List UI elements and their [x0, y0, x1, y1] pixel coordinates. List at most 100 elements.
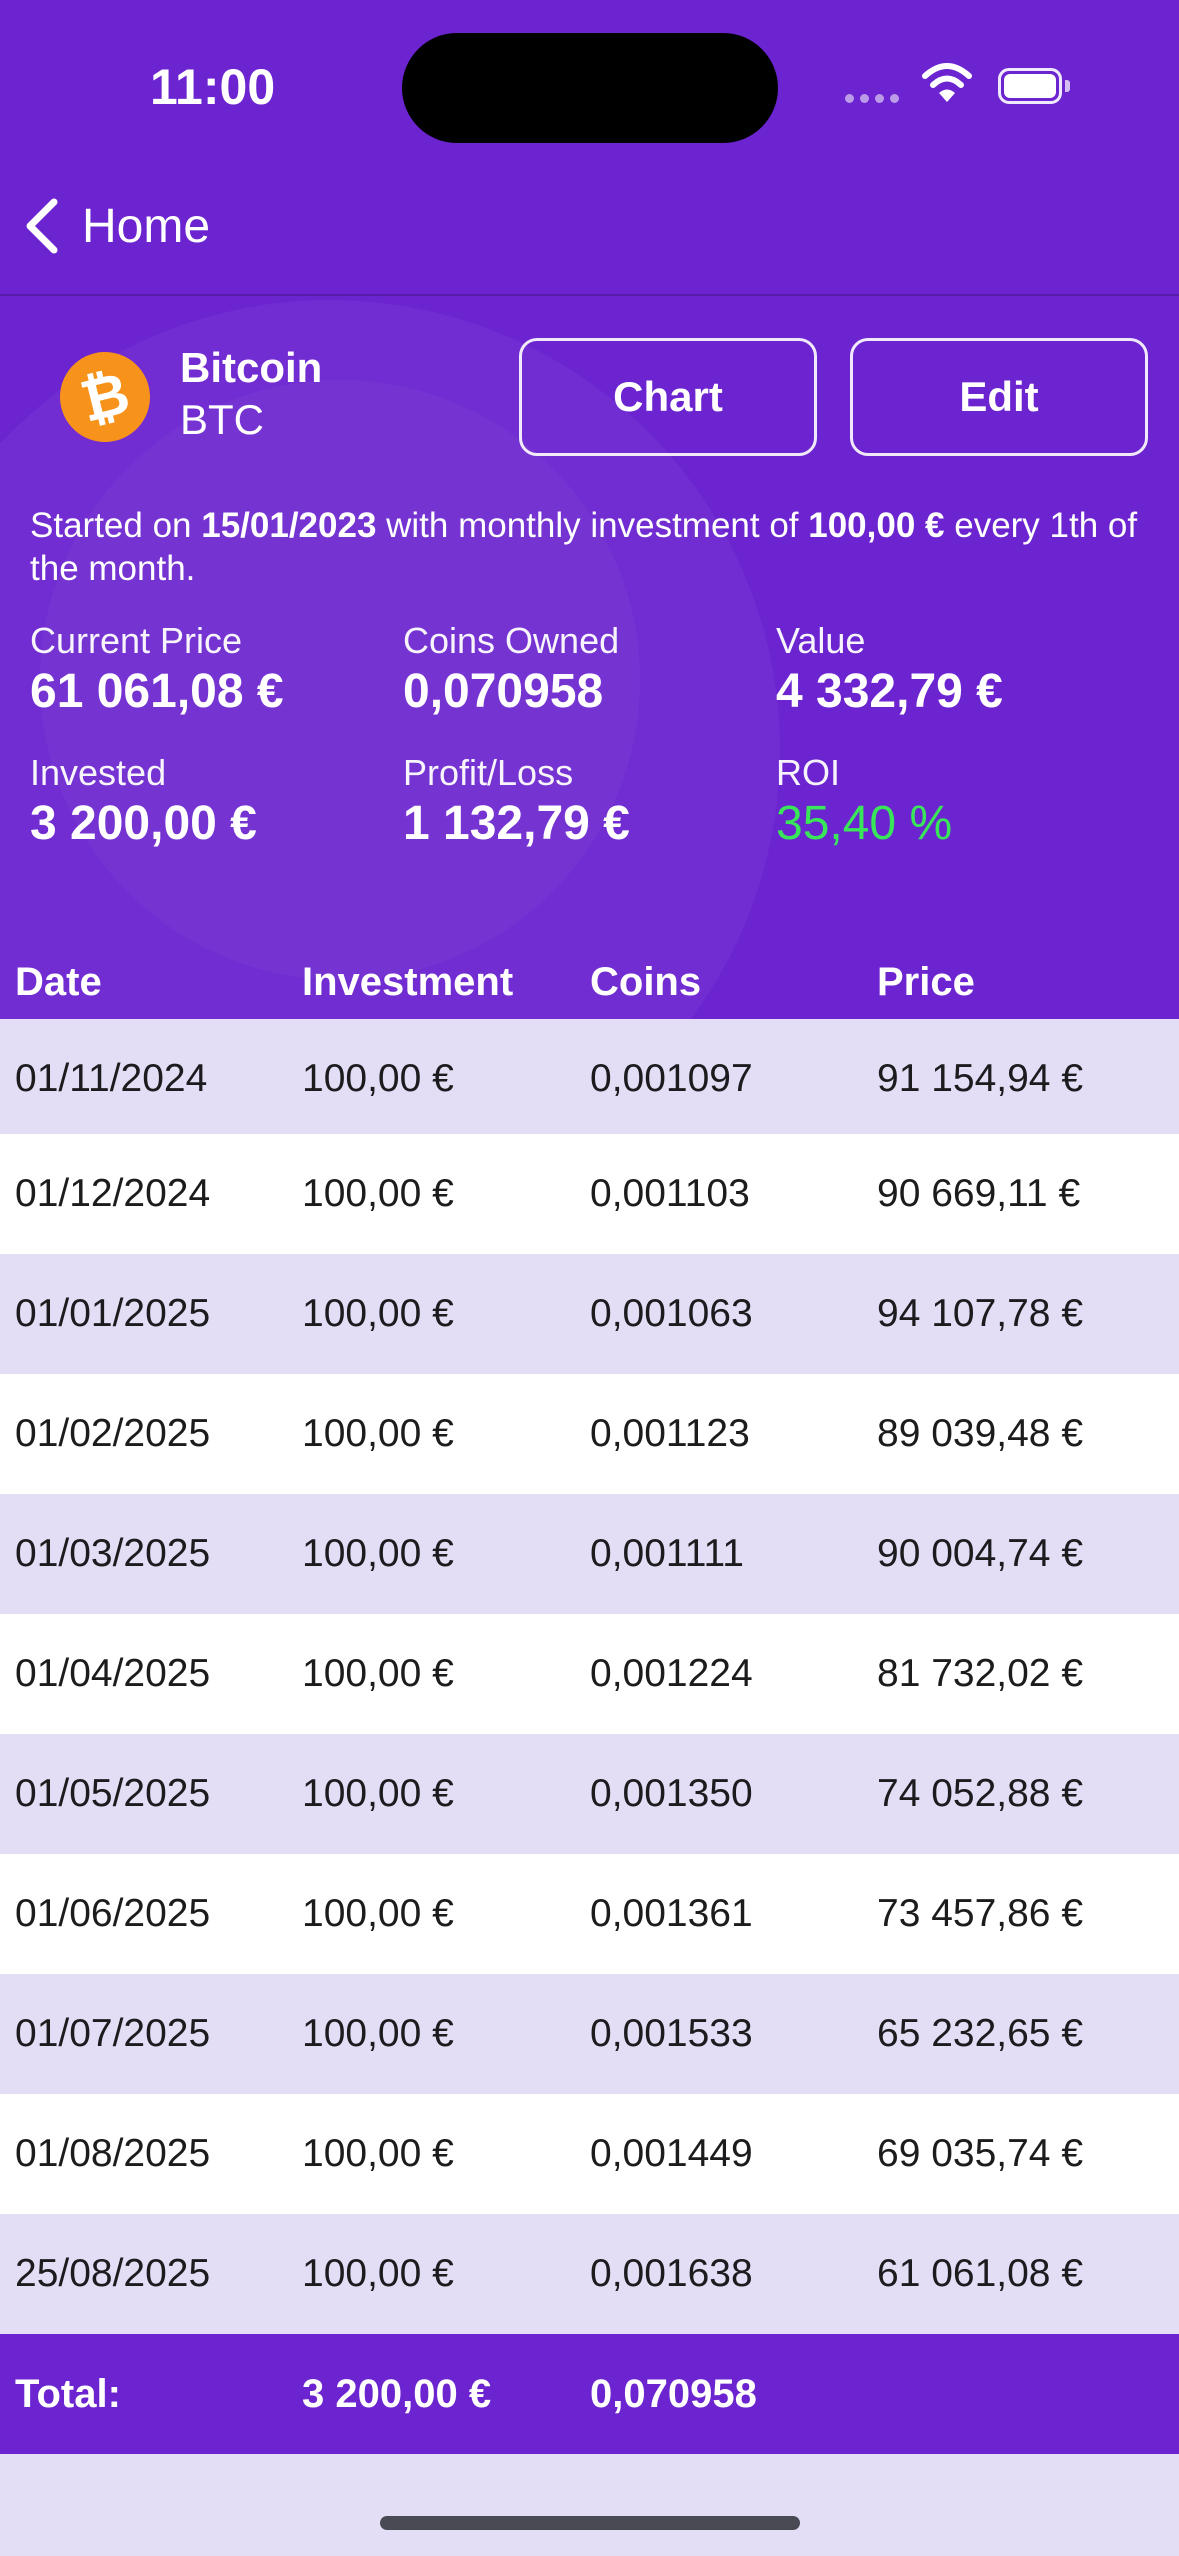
stat-value: Value 4 332,79 € — [776, 620, 1003, 719]
back-label: Home — [82, 199, 211, 253]
status-time: 11:00 — [150, 59, 276, 115]
chevron-left-icon — [26, 198, 58, 254]
cell-date: 01/01/2025 — [15, 1292, 211, 1335]
cell-price: 91 154,94 € — [877, 1057, 1084, 1100]
coin-symbol: BTC — [180, 396, 264, 443]
table-row: 01/01/2025 100,00 € 0,001063 94 107,78 € — [0, 1254, 1179, 1374]
cell-price: 81 732,02 € — [877, 1652, 1084, 1695]
cell-coins: 0,001350 — [590, 1772, 753, 1815]
cell-date: 01/02/2025 — [15, 1412, 211, 1455]
table-row: 01/11/2024 100,00 € 0,001097 91 154,94 € — [0, 1019, 1179, 1139]
cell-date: 01/07/2025 — [15, 2012, 211, 2055]
cell-coins: 0,001111 — [590, 1532, 744, 1575]
stat-label: Invested — [30, 752, 167, 793]
stat-coins-owned: Coins Owned 0,070958 — [403, 620, 619, 719]
cell-investment: 100,00 € — [302, 2012, 454, 2055]
column-header-price: Price — [877, 960, 975, 1004]
cell-coins: 0,001097 — [590, 1057, 753, 1100]
cell-price: 74 052,88 € — [877, 1772, 1084, 1815]
chart-button[interactable]: Chart — [519, 338, 817, 456]
plan-summary: Started on 15/01/2023 with monthly inves… — [30, 504, 1150, 590]
stat-label: Value — [776, 620, 866, 661]
dynamic-island — [402, 33, 778, 143]
cell-date: 01/03/2025 — [15, 1532, 211, 1575]
cell-price: 90 669,11 € — [877, 1172, 1081, 1215]
cell-investment: 100,00 € — [302, 2132, 454, 2175]
cell-price: 73 457,86 € — [877, 1892, 1084, 1935]
stat-value: 3 200,00 € — [30, 797, 257, 850]
cell-date: 01/12/2024 — [15, 1172, 211, 1215]
cell-investment: 100,00 € — [302, 1057, 454, 1100]
cell-date: 01/11/2024 — [15, 1057, 208, 1100]
table-row: 01/06/2025 100,00 € 0,001361 73 457,86 € — [0, 1854, 1179, 1974]
wifi-icon — [922, 63, 972, 102]
stat-label: Coins Owned — [403, 620, 620, 661]
column-header-investment: Investment — [302, 960, 514, 1004]
table-row: 01/04/2025 100,00 € 0,001224 81 732,02 € — [0, 1614, 1179, 1734]
cell-investment: 100,00 € — [302, 1892, 454, 1935]
table-total-row: Total: 3 200,00 € 0,070958 — [0, 2334, 1179, 2454]
battery-icon — [998, 68, 1070, 104]
home-indicator[interactable] — [380, 2516, 800, 2530]
cell-investment: 100,00 € — [302, 1772, 454, 1815]
cell-price: 94 107,78 € — [877, 1292, 1084, 1335]
cell-investment: 100,00 € — [302, 1532, 454, 1575]
cell-date: 25/08/2025 — [15, 2252, 211, 2295]
cell-date: 01/04/2025 — [15, 1652, 211, 1695]
cellular-signal-icon — [845, 94, 899, 103]
back-button[interactable]: Home — [22, 196, 210, 256]
cell-price: 69 035,74 € — [877, 2132, 1084, 2175]
stat-value-roi: 35,40 % — [776, 797, 953, 850]
coin-header: 11:00 Home ₿ Bitcoin BTC Chart Edit Star… — [0, 0, 1179, 1043]
summary-middle: with monthly investment of — [376, 506, 809, 545]
stat-value-amount: 4 332,79 € — [776, 665, 1003, 718]
cell-price: 65 232,65 € — [877, 2012, 1084, 2055]
stat-invested: Invested 3 200,00 € — [30, 752, 257, 851]
cell-investment: 100,00 € — [302, 1292, 454, 1335]
cell-coins: 0,001224 — [590, 1652, 753, 1695]
cell-price: 61 061,08 € — [877, 2252, 1084, 2295]
status-bar: 11:00 — [0, 0, 1179, 170]
table-row: 01/05/2025 100,00 € 0,001350 74 052,88 € — [0, 1734, 1179, 1854]
table-row: 01/02/2025 100,00 € 0,001123 89 039,48 € — [0, 1374, 1179, 1494]
summary-amount: 100,00 € — [808, 506, 945, 545]
cell-coins: 0,001533 — [590, 2012, 753, 2055]
stat-value: 1 132,79 € — [403, 797, 630, 850]
coin-name: Bitcoin — [180, 344, 323, 391]
stat-roi: ROI 35,40 % — [776, 752, 952, 851]
summary-prefix: Started on — [30, 506, 202, 545]
cell-price: 89 039,48 € — [877, 1412, 1084, 1455]
cell-date: 01/06/2025 — [15, 1892, 211, 1935]
cell-investment: 100,00 € — [302, 1412, 454, 1455]
cell-coins: 0,001123 — [590, 1412, 750, 1455]
stat-value: 61 061,08 € — [30, 665, 284, 718]
navigation-bar: Home — [0, 170, 1179, 296]
cell-date: 01/05/2025 — [15, 1772, 211, 1815]
stat-value: 0,070958 — [403, 665, 604, 718]
cell-price: 90 004,74 € — [877, 1532, 1084, 1575]
stat-label: Profit/Loss — [403, 752, 574, 793]
table-row: 01/03/2025 100,00 € 0,001111 90 004,74 € — [0, 1494, 1179, 1614]
total-label: Total: — [15, 2372, 121, 2416]
total-coins: 0,070958 — [590, 2372, 757, 2416]
stat-profit-loss: Profit/Loss 1 132,79 € — [403, 752, 630, 851]
summary-start-date: 15/01/2023 — [201, 506, 377, 545]
cell-coins: 0,001103 — [590, 1172, 750, 1215]
stat-label: ROI — [776, 752, 841, 793]
column-header-coins: Coins — [590, 960, 702, 1004]
cell-coins: 0,001063 — [590, 1292, 753, 1335]
cell-investment: 100,00 € — [302, 2252, 454, 2295]
column-header-date: Date — [15, 960, 102, 1004]
stat-label: Current Price — [30, 620, 243, 661]
total-investment: 3 200,00 € — [302, 2372, 492, 2416]
table-row: 01/07/2025 100,00 € 0,001533 65 232,65 € — [0, 1974, 1179, 2094]
cell-date: 01/08/2025 — [15, 2132, 211, 2175]
edit-button[interactable]: Edit — [850, 338, 1148, 456]
cell-investment: 100,00 € — [302, 1172, 454, 1215]
stat-current-price: Current Price 61 061,08 € — [30, 620, 284, 719]
cell-coins: 0,001361 — [590, 1892, 753, 1935]
cell-coins: 0,001449 — [590, 2132, 753, 2175]
table-row: 01/08/2025 100,00 € 0,001449 69 035,74 € — [0, 2094, 1179, 2214]
cell-coins: 0,001638 — [590, 2252, 753, 2295]
table-row: 01/12/2024 100,00 € 0,001103 90 669,11 € — [0, 1134, 1179, 1254]
